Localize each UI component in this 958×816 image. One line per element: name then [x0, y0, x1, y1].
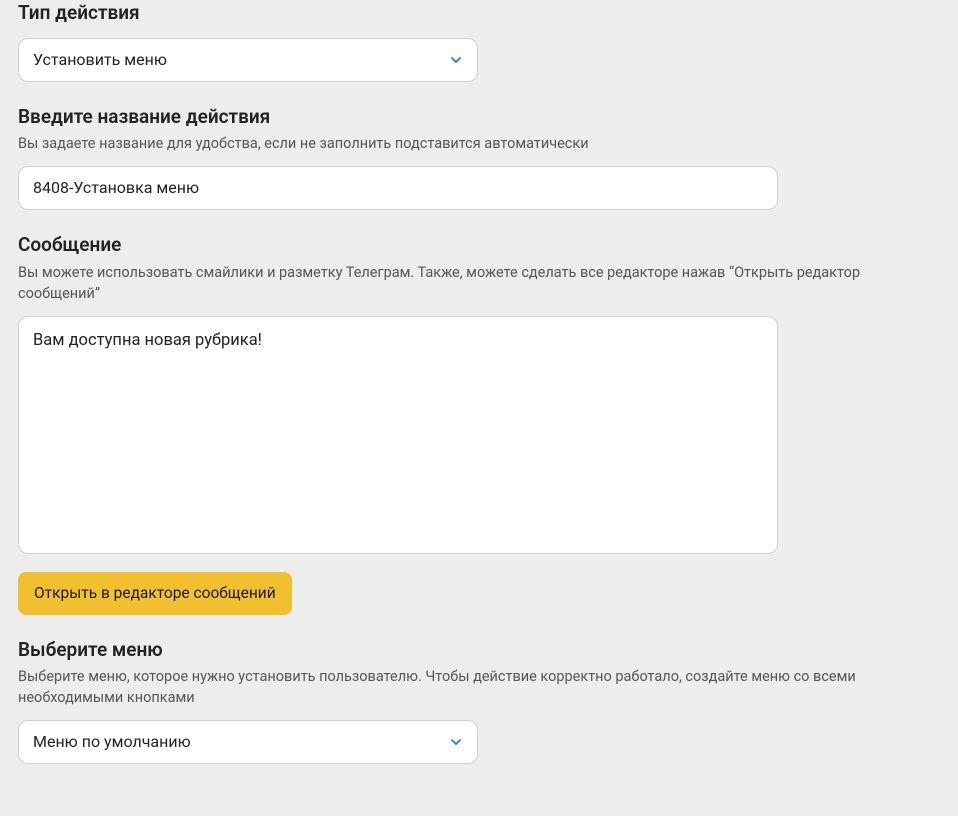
action-type-selected-value: Установить меню — [33, 50, 167, 69]
action-type-label: Тип действия — [18, 0, 940, 26]
message-group: Сообщение Вы можете использовать смайлик… — [18, 232, 940, 614]
action-name-input[interactable] — [18, 166, 778, 210]
action-type-select-wrapper: Установить меню — [18, 38, 478, 82]
menu-select-wrapper: Меню по умолчанию — [18, 720, 478, 764]
message-help: Вы можете использовать смайлики и размет… — [18, 262, 940, 304]
action-name-group: Введите название действия Вы задаете наз… — [18, 104, 940, 211]
message-textarea[interactable] — [18, 316, 778, 554]
menu-select-help: Выберите меню, которое нужно установить … — [18, 666, 940, 708]
menu-select[interactable]: Меню по умолчанию — [18, 720, 478, 764]
open-editor-button[interactable]: Открыть в редакторе сообщений — [18, 572, 292, 615]
message-label: Сообщение — [18, 232, 940, 258]
menu-select-label: Выберите меню — [18, 637, 940, 663]
menu-select-group: Выберите меню Выберите меню, которое нуж… — [18, 637, 940, 765]
action-name-label: Введите название действия — [18, 104, 940, 130]
action-type-select[interactable]: Установить меню — [18, 38, 478, 82]
menu-selected-value: Меню по умолчанию — [33, 732, 191, 751]
action-name-help: Вы задаете название для удобства, если н… — [18, 133, 940, 154]
action-type-group: Тип действия Установить меню — [18, 0, 940, 82]
